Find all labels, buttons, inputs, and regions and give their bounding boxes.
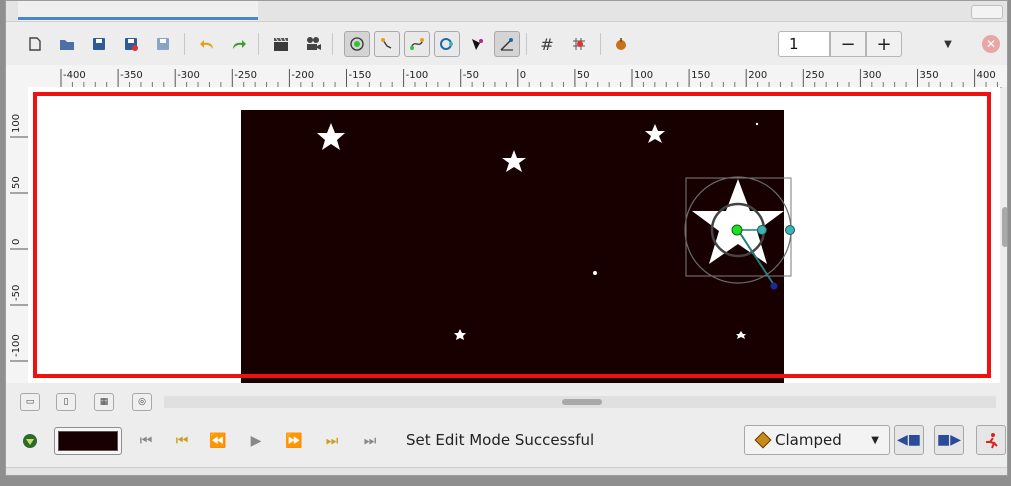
- preview-icon[interactable]: [300, 31, 326, 57]
- ruler-label: 200: [748, 70, 767, 81]
- document-tab[interactable]: [18, 1, 258, 21]
- keyframe-lock-past-icon[interactable]: ◀■: [894, 425, 924, 455]
- rotate-tool-icon[interactable]: [434, 31, 460, 57]
- bottom-panel-strip: [6, 467, 1007, 475]
- open-file-icon[interactable]: [54, 31, 80, 57]
- clamped-icon: [754, 431, 772, 449]
- transport-bar: ⏮ ⏮ ⏪ ▶ ⏩ ⏭ ⏭ Set Edit Mode Successful C…: [6, 419, 1007, 467]
- ruler-label: 100: [11, 114, 22, 133]
- ruler-label: -250: [234, 70, 257, 81]
- view-reset-icon[interactable]: ◎: [132, 393, 152, 411]
- canvas-area[interactable]: [28, 87, 1000, 383]
- transform-tool-icon[interactable]: [344, 31, 370, 57]
- canvas-frame: [33, 92, 991, 378]
- chevron-down-icon: ▼: [871, 434, 879, 446]
- ruler-label: 150: [691, 70, 710, 81]
- ruler-label: -100: [11, 334, 22, 357]
- view-single-icon[interactable]: ▭: [20, 393, 40, 411]
- view-fit-icon[interactable]: ▯: [56, 393, 76, 411]
- mirror-tool-icon[interactable]: [464, 31, 490, 57]
- close-icon[interactable]: ✕: [982, 35, 1000, 53]
- ruler-label: -200: [291, 70, 314, 81]
- ruler-label: 50: [577, 70, 590, 81]
- ruler-label: 50: [11, 176, 22, 189]
- ruler-left: 100 50 0 -50 -100: [6, 87, 29, 383]
- ruler-label: 250: [805, 70, 824, 81]
- seek-end-icon[interactable]: ⏭: [358, 429, 382, 453]
- ruler-label: 400: [977, 70, 996, 81]
- next-keyframe-icon[interactable]: ⏭: [320, 429, 344, 453]
- toolbar: # 1 − + ▼ ✕: [6, 23, 1007, 65]
- tab-indicator: [18, 17, 258, 20]
- zoom-input[interactable]: 1: [778, 31, 830, 57]
- ruler-label: -50: [463, 70, 479, 81]
- zoom-decrease-button[interactable]: −: [830, 31, 866, 57]
- tab-scroll-button[interactable]: [971, 5, 1003, 19]
- ruler-label: -100: [406, 70, 429, 81]
- tab-strip: [6, 1, 1007, 22]
- snap-grid-icon[interactable]: [566, 31, 592, 57]
- seek-begin-icon[interactable]: ⏮: [134, 429, 158, 453]
- new-file-icon[interactable]: [22, 31, 48, 57]
- ruler-label: -150: [349, 70, 372, 81]
- ruler-label: -50: [11, 285, 22, 301]
- save-as-icon[interactable]: [118, 31, 144, 57]
- undo-icon[interactable]: [194, 31, 220, 57]
- ruler-label: 100: [634, 70, 653, 81]
- smooth-move-tool-icon[interactable]: [374, 31, 400, 57]
- toolbar-separator: [526, 33, 527, 55]
- toolbar-separator: [184, 33, 185, 55]
- save-icon[interactable]: [86, 31, 112, 57]
- view-controls-row: ▭ ▯ ▦ ◎: [6, 385, 1007, 419]
- ruler-label: -400: [63, 70, 86, 81]
- interpolation-select[interactable]: Clamped ▼: [744, 425, 890, 455]
- draw-tool-icon[interactable]: [494, 31, 520, 57]
- animation-mode-icon[interactable]: [976, 425, 1006, 455]
- status-message: Set Edit Mode Successful: [406, 431, 595, 449]
- toolbar-separator: [332, 33, 333, 55]
- ruler-top: -400 -350 -300 -250 -200 -150 -100 -50 0 50 100 150…: [6, 65, 1007, 88]
- ruler-label: -300: [177, 70, 200, 81]
- layer-toggle-icon[interactable]: [18, 429, 42, 453]
- play-icon[interactable]: ▶: [244, 429, 268, 453]
- zoom-increase-button[interactable]: +: [866, 31, 902, 57]
- grid-icon[interactable]: #: [534, 31, 560, 57]
- toolbar-separator: [258, 33, 259, 55]
- redo-icon[interactable]: [226, 31, 252, 57]
- toolbar-menu-arrow-icon[interactable]: ▼: [938, 31, 958, 57]
- toolbar-separator: [600, 33, 601, 55]
- scale-tool-icon[interactable]: [404, 31, 430, 57]
- ruler-label: 0: [11, 239, 22, 245]
- ruler-label: 350: [920, 70, 939, 81]
- ruler-label: 300: [862, 70, 881, 81]
- prev-frame-icon[interactable]: ⏪: [206, 429, 230, 453]
- vertical-scrollbar[interactable]: [1002, 87, 1007, 383]
- prev-keyframe-icon[interactable]: ⏮: [170, 429, 194, 453]
- app-window: # 1 − + ▼ ✕ -400 -350 -300 -250 -200 -150 -100…: [5, 0, 1008, 476]
- ruler-label: -350: [120, 70, 143, 81]
- onion-skin-icon[interactable]: [608, 31, 634, 57]
- next-frame-icon[interactable]: ⏩: [282, 429, 306, 453]
- color-well[interactable]: [54, 427, 122, 455]
- ruler-label: 0: [520, 70, 526, 81]
- horizontal-scrollbar[interactable]: [164, 396, 996, 408]
- render-icon[interactable]: [268, 31, 294, 57]
- color-swatch: [58, 431, 118, 451]
- vertical-scroll-thumb[interactable]: [1002, 207, 1007, 247]
- save-all-icon[interactable]: [150, 31, 176, 57]
- keyframe-lock-future-icon[interactable]: ■▶: [934, 425, 964, 455]
- interpolation-label: Clamped: [775, 431, 842, 449]
- view-grid-icon[interactable]: ▦: [94, 393, 114, 411]
- horizontal-scroll-thumb[interactable]: [562, 399, 602, 405]
